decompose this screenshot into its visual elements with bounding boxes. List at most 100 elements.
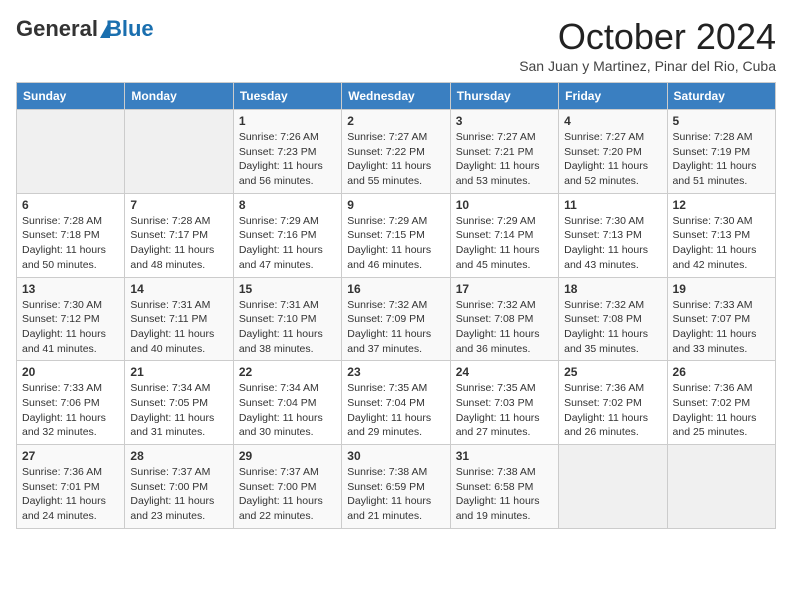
- day-info: Sunrise: 7:29 AM Sunset: 7:15 PM Dayligh…: [347, 214, 444, 273]
- calendar-cell: 20 Sunrise: 7:33 AM Sunset: 7:06 PM Dayli…: [17, 361, 125, 445]
- calendar-week-4: 20 Sunrise: 7:33 AM Sunset: 7:06 PM Dayli…: [17, 361, 776, 445]
- day-info: Sunrise: 7:31 AM Sunset: 7:10 PM Dayligh…: [239, 298, 336, 357]
- day-number: 12: [673, 198, 770, 212]
- calendar-cell: 6Sunrise: 7:28 AM Sunset: 7:18 PM Daylig…: [17, 193, 125, 277]
- day-info: Sunrise: 7:30 AM Sunset: 7:13 PM Dayligh…: [673, 214, 770, 273]
- day-number: 15: [239, 282, 336, 296]
- calendar-cell: 14Sunrise: 7:31 AM Sunset: 7:11 PM Dayli…: [125, 277, 233, 361]
- calendar-cell: 12 Sunrise: 7:30 AM Sunset: 7:13 PM Dayli…: [667, 193, 775, 277]
- day-info: Sunrise: 7:28 AM Sunset: 7:17 PM Dayligh…: [130, 214, 227, 273]
- day-info: Sunrise: 7:29 AM Sunset: 7:14 PM Dayligh…: [456, 214, 553, 273]
- day-info: Sunrise: 7:33 AM Sunset: 7:07 PM Dayligh…: [673, 298, 770, 357]
- weekday-header-tuesday: Tuesday: [233, 83, 341, 110]
- day-info: Sunrise: 7:30 AM Sunset: 7:13 PM Dayligh…: [564, 214, 661, 273]
- day-number: 24: [456, 365, 553, 379]
- day-info: Sunrise: 7:35 AM Sunset: 7:03 PM Dayligh…: [456, 381, 553, 440]
- calendar-cell: 23Sunrise: 7:35 AM Sunset: 7:04 PM Dayli…: [342, 361, 450, 445]
- calendar-cell: [17, 110, 125, 194]
- calendar-cell: 11 Sunrise: 7:30 AM Sunset: 7:13 PM Dayli…: [559, 193, 667, 277]
- calendar-week-1: 1Sunrise: 7:26 AM Sunset: 7:23 PM Daylig…: [17, 110, 776, 194]
- calendar-cell: 7 Sunrise: 7:28 AM Sunset: 7:17 PM Daylig…: [125, 193, 233, 277]
- day-info: Sunrise: 7:37 AM Sunset: 7:00 PM Dayligh…: [239, 465, 336, 524]
- calendar-week-2: 6Sunrise: 7:28 AM Sunset: 7:18 PM Daylig…: [17, 193, 776, 277]
- location-subtitle: San Juan y Martinez, Pinar del Rio, Cuba: [519, 58, 776, 74]
- day-number: 8: [239, 198, 336, 212]
- day-info: Sunrise: 7:36 AM Sunset: 7:02 PM Dayligh…: [673, 381, 770, 440]
- day-info: Sunrise: 7:37 AM Sunset: 7:00 PM Dayligh…: [130, 465, 227, 524]
- calendar-cell: 10 Sunrise: 7:29 AM Sunset: 7:14 PM Dayli…: [450, 193, 558, 277]
- day-number: 10: [456, 198, 553, 212]
- calendar-cell: [125, 110, 233, 194]
- calendar-cell: 17Sunrise: 7:32 AM Sunset: 7:08 PM Dayli…: [450, 277, 558, 361]
- day-number: 23: [347, 365, 444, 379]
- page-header: General Blue October 2024 San Juan y Mar…: [16, 16, 776, 74]
- day-number: 30: [347, 449, 444, 463]
- calendar-cell: 3 Sunrise: 7:27 AM Sunset: 7:21 PM Daylig…: [450, 110, 558, 194]
- calendar-cell: 24 Sunrise: 7:35 AM Sunset: 7:03 PM Dayli…: [450, 361, 558, 445]
- calendar-cell: 15 Sunrise: 7:31 AM Sunset: 7:10 PM Dayli…: [233, 277, 341, 361]
- day-info: Sunrise: 7:27 AM Sunset: 7:20 PM Dayligh…: [564, 130, 661, 189]
- calendar-table: SundayMondayTuesdayWednesdayThursdayFrid…: [16, 82, 776, 529]
- logo-blue-text: Blue: [106, 16, 154, 42]
- calendar-cell: 29Sunrise: 7:37 AM Sunset: 7:00 PM Dayli…: [233, 445, 341, 529]
- day-number: 21: [130, 365, 227, 379]
- day-info: Sunrise: 7:34 AM Sunset: 7:04 PM Dayligh…: [239, 381, 336, 440]
- day-info: Sunrise: 7:38 AM Sunset: 6:59 PM Dayligh…: [347, 465, 444, 524]
- day-number: 31: [456, 449, 553, 463]
- day-info: Sunrise: 7:31 AM Sunset: 7:11 PM Dayligh…: [130, 298, 227, 357]
- calendar-cell: 19 Sunrise: 7:33 AM Sunset: 7:07 PM Dayli…: [667, 277, 775, 361]
- calendar-cell: 18 Sunrise: 7:32 AM Sunset: 7:08 PM Dayli…: [559, 277, 667, 361]
- calendar-cell: [559, 445, 667, 529]
- day-number: 9: [347, 198, 444, 212]
- day-number: 26: [673, 365, 770, 379]
- day-info: Sunrise: 7:34 AM Sunset: 7:05 PM Dayligh…: [130, 381, 227, 440]
- day-number: 28: [130, 449, 227, 463]
- day-info: Sunrise: 7:32 AM Sunset: 7:09 PM Dayligh…: [347, 298, 444, 357]
- calendar-cell: 13Sunrise: 7:30 AM Sunset: 7:12 PM Dayli…: [17, 277, 125, 361]
- weekday-header-thursday: Thursday: [450, 83, 558, 110]
- title-block: October 2024 San Juan y Martinez, Pinar …: [519, 16, 776, 74]
- calendar-cell: 1Sunrise: 7:26 AM Sunset: 7:23 PM Daylig…: [233, 110, 341, 194]
- weekday-header-saturday: Saturday: [667, 83, 775, 110]
- calendar-cell: 8 Sunrise: 7:29 AM Sunset: 7:16 PM Daylig…: [233, 193, 341, 277]
- day-info: Sunrise: 7:27 AM Sunset: 7:22 PM Dayligh…: [347, 130, 444, 189]
- calendar-cell: 27 Sunrise: 7:36 AM Sunset: 7:01 PM Dayli…: [17, 445, 125, 529]
- day-number: 3: [456, 114, 553, 128]
- day-info: Sunrise: 7:33 AM Sunset: 7:06 PM Dayligh…: [22, 381, 119, 440]
- day-number: 18: [564, 282, 661, 296]
- day-number: 11: [564, 198, 661, 212]
- day-info: Sunrise: 7:28 AM Sunset: 7:19 PM Dayligh…: [673, 130, 770, 189]
- day-number: 20: [22, 365, 119, 379]
- day-number: 22: [239, 365, 336, 379]
- day-info: Sunrise: 7:36 AM Sunset: 7:02 PM Dayligh…: [564, 381, 661, 440]
- day-info: Sunrise: 7:36 AM Sunset: 7:01 PM Dayligh…: [22, 465, 119, 524]
- day-info: Sunrise: 7:32 AM Sunset: 7:08 PM Dayligh…: [564, 298, 661, 357]
- day-info: Sunrise: 7:29 AM Sunset: 7:16 PM Dayligh…: [239, 214, 336, 273]
- month-title: October 2024: [519, 16, 776, 58]
- day-number: 4: [564, 114, 661, 128]
- day-number: 5: [673, 114, 770, 128]
- day-info: Sunrise: 7:28 AM Sunset: 7:18 PM Dayligh…: [22, 214, 119, 273]
- day-number: 7: [130, 198, 227, 212]
- calendar-cell: 22 Sunrise: 7:34 AM Sunset: 7:04 PM Dayli…: [233, 361, 341, 445]
- weekday-header-wednesday: Wednesday: [342, 83, 450, 110]
- calendar-cell: 2 Sunrise: 7:27 AM Sunset: 7:22 PM Daylig…: [342, 110, 450, 194]
- day-info: Sunrise: 7:38 AM Sunset: 6:58 PM Dayligh…: [456, 465, 553, 524]
- calendar-week-3: 13Sunrise: 7:30 AM Sunset: 7:12 PM Dayli…: [17, 277, 776, 361]
- day-number: 19: [673, 282, 770, 296]
- day-number: 16: [347, 282, 444, 296]
- day-number: 13: [22, 282, 119, 296]
- day-number: 2: [347, 114, 444, 128]
- calendar-week-5: 27 Sunrise: 7:36 AM Sunset: 7:01 PM Dayli…: [17, 445, 776, 529]
- calendar-cell: 16 Sunrise: 7:32 AM Sunset: 7:09 PM Dayli…: [342, 277, 450, 361]
- weekday-header-friday: Friday: [559, 83, 667, 110]
- calendar-cell: 30 Sunrise: 7:38 AM Sunset: 6:59 PM Dayli…: [342, 445, 450, 529]
- calendar-cell: [667, 445, 775, 529]
- calendar-cell: 28 Sunrise: 7:37 AM Sunset: 7:00 PM Dayli…: [125, 445, 233, 529]
- day-number: 27: [22, 449, 119, 463]
- weekday-header-monday: Monday: [125, 83, 233, 110]
- calendar-cell: 31 Sunrise: 7:38 AM Sunset: 6:58 PM Dayli…: [450, 445, 558, 529]
- calendar-cell: 5 Sunrise: 7:28 AM Sunset: 7:19 PM Daylig…: [667, 110, 775, 194]
- calendar-cell: 4 Sunrise: 7:27 AM Sunset: 7:20 PM Daylig…: [559, 110, 667, 194]
- day-info: Sunrise: 7:27 AM Sunset: 7:21 PM Dayligh…: [456, 130, 553, 189]
